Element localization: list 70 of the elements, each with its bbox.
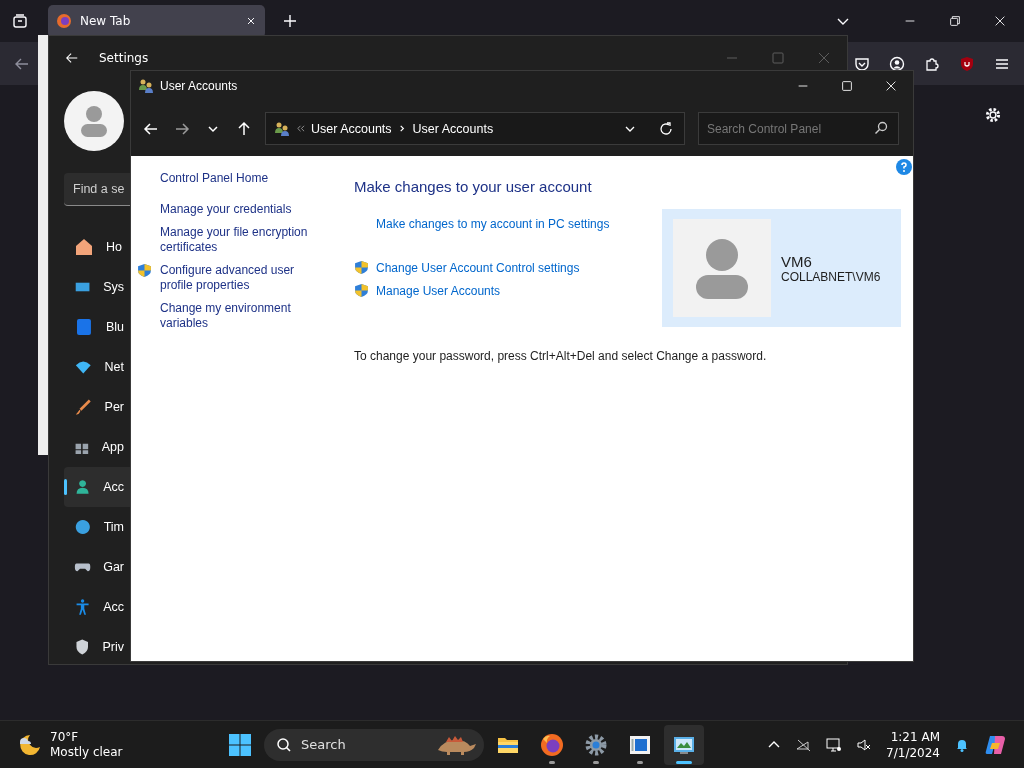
chevron-right-icon[interactable] — [397, 124, 407, 133]
nav-item[interactable]: Sys — [64, 267, 130, 307]
puzzle-icon[interactable] — [924, 55, 940, 72]
double-chevron-icon[interactable] — [296, 124, 305, 133]
search-icon — [873, 120, 889, 136]
new-tab-icon[interactable] — [282, 13, 298, 29]
page-heading: Make changes to your user account — [354, 178, 593, 195]
account-icon[interactable] — [889, 55, 905, 72]
breadcrumb-item[interactable]: User Accounts — [412, 121, 494, 136]
nav-item[interactable]: Tim — [64, 507, 130, 547]
privacy-icon — [74, 637, 91, 657]
nav-item[interactable]: App — [64, 427, 130, 467]
users-icon — [274, 120, 290, 137]
sidebar-link[interactable]: Manage your credentials — [160, 202, 292, 217]
window-title: User Accounts — [160, 79, 238, 93]
address-bar[interactable]: User Accounts User Accounts — [265, 112, 685, 145]
close-icon[interactable] — [245, 15, 257, 27]
back-arrow-icon[interactable] — [65, 51, 79, 65]
temperature: 70°F — [50, 729, 80, 745]
breadcrumb-item[interactable]: User Accounts — [311, 121, 392, 136]
help-icon[interactable] — [896, 159, 912, 175]
users-icon — [138, 78, 154, 94]
task-link[interactable]: Make changes to my account in PC settings — [376, 217, 610, 231]
nav-item[interactable]: Acc — [64, 467, 130, 507]
clock-date[interactable]: 7/1/2024 — [886, 744, 940, 761]
user-avatar-icon — [673, 219, 771, 317]
browser-logo-icon — [56, 13, 72, 29]
sidebar-link[interactable]: Configure advanced user profile properties — [160, 263, 322, 293]
sidebar-link[interactable]: Change my environment variables — [160, 301, 322, 331]
extension-icon[interactable] — [959, 55, 975, 72]
window-title: Settings — [99, 51, 149, 65]
speaker-muted-icon[interactable] — [856, 736, 873, 753]
taskbar-app[interactable] — [664, 724, 704, 765]
account-name: VM6 — [781, 252, 813, 270]
refresh-icon[interactable] — [658, 120, 674, 137]
account-domain: COLLABNET\VM6 — [781, 269, 881, 284]
browser-logo-icon — [540, 732, 564, 757]
nav-item[interactable]: Net — [64, 347, 130, 387]
sidebar-link[interactable]: Manage your file encryption certificates — [160, 225, 322, 255]
settings-icon[interactable] — [984, 106, 1002, 124]
home-icon — [74, 237, 94, 257]
tab-list-icon[interactable] — [12, 13, 28, 29]
clock-time[interactable]: 1:21 AM — [890, 728, 940, 745]
accessibility-icon — [74, 597, 92, 617]
password-note: To change your password, press Ctrl+Alt+Del and select Change a password. — [354, 349, 768, 363]
monitor-icon[interactable] — [826, 736, 843, 753]
personalization-icon — [74, 397, 93, 417]
task-link[interactable]: Manage User Accounts — [376, 283, 501, 298]
nav-item[interactable]: Blu — [64, 307, 130, 347]
accounts-icon — [74, 477, 92, 497]
task-link[interactable]: Change User Account Control settings — [376, 260, 580, 275]
weather-condition: Mostly clear — [50, 744, 123, 760]
close-icon[interactable] — [884, 79, 898, 93]
nav-item[interactable]: Gar — [64, 547, 130, 587]
search-field[interactable]: Search Control Panel — [698, 112, 899, 145]
search-field[interactable]: Find a se — [64, 173, 130, 206]
maximize-icon[interactable] — [840, 79, 854, 93]
restore-icon[interactable] — [948, 14, 962, 28]
nav-item[interactable]: Priv — [64, 627, 130, 667]
nav-item[interactable]: Ho — [64, 227, 130, 267]
nav-item[interactable]: Acc — [64, 587, 130, 627]
browser-tab[interactable]: New Tab — [48, 4, 265, 38]
nav-item[interactable]: Per — [64, 387, 130, 427]
avatar-icon — [64, 91, 124, 151]
gear-icon — [584, 732, 608, 757]
search-field[interactable]: Search — [264, 728, 484, 761]
sidebar-link[interactable]: Control Panel Home — [160, 171, 269, 186]
pocket-icon[interactable] — [854, 55, 870, 72]
close-icon[interactable] — [993, 14, 1007, 28]
search-icon — [276, 736, 292, 753]
